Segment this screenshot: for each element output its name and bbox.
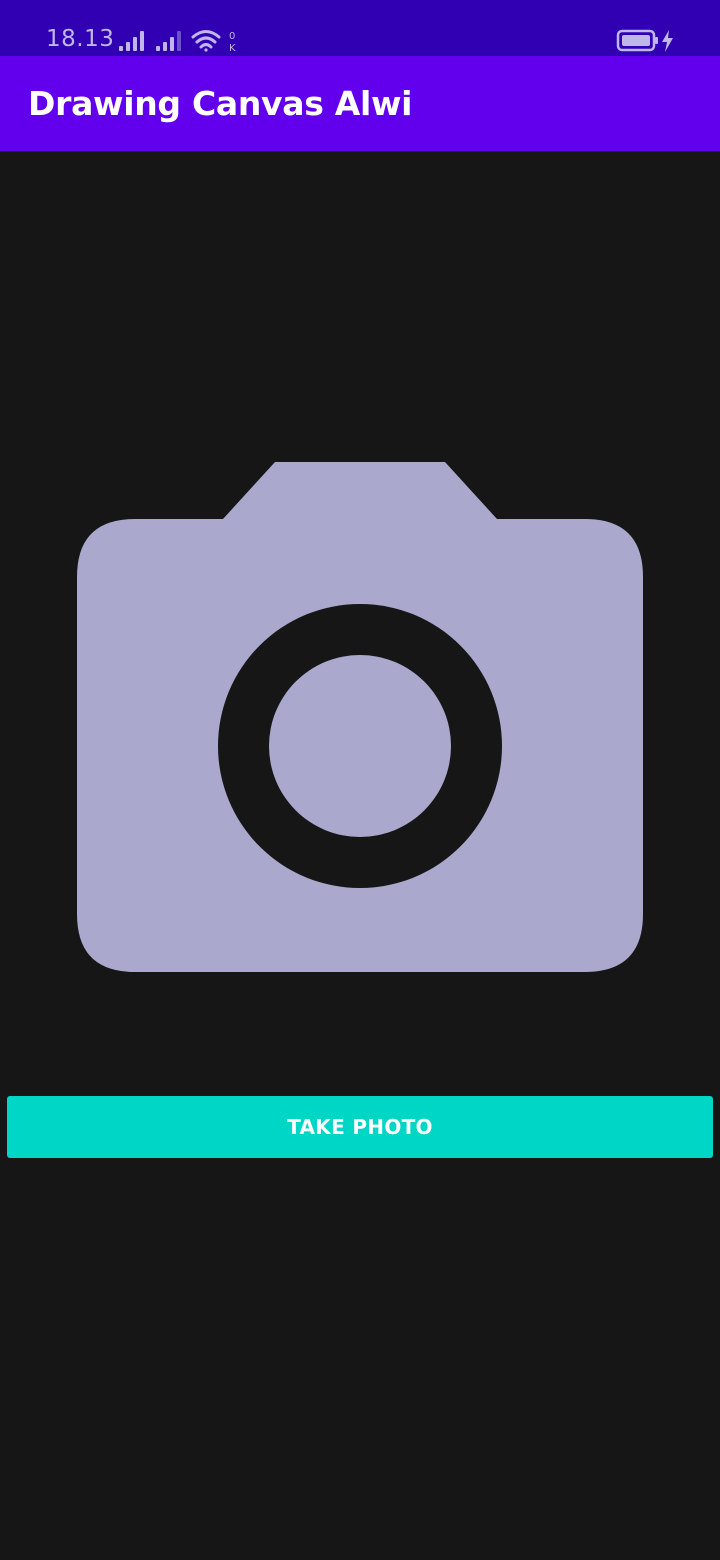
cellular-signal-icon [156, 31, 181, 51]
svg-text:0: 0 [229, 31, 235, 42]
camera-lens [269, 655, 451, 837]
battery-charging-icon [616, 29, 673, 52]
wifi-icon [191, 30, 221, 52]
status-icons-group: 0 K [119, 30, 236, 54]
status-bar: 18.13 0 K [0, 0, 720, 56]
cellular-signal-icon [119, 31, 144, 51]
camera-icon [77, 462, 643, 972]
data-speed-indicator: 0 K [229, 31, 236, 54]
status-time: 18.13 [46, 26, 115, 52]
app-title: Drawing Canvas Alwi [28, 84, 413, 123]
svg-text:K: K [229, 43, 236, 54]
app-screen: 18.13 0 K Drawing Canvas Alwi TAKE PHOTO [0, 0, 720, 1560]
take-photo-button[interactable]: TAKE PHOTO [7, 1096, 713, 1158]
